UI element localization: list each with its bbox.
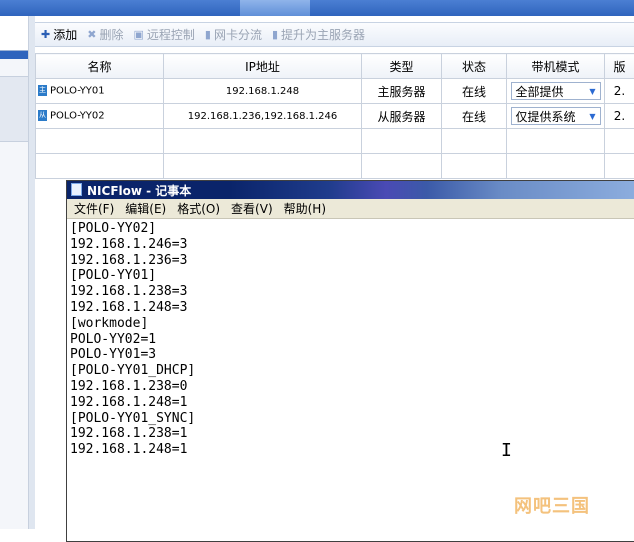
cell-version[interactable]: 2. — [605, 79, 634, 104]
cell-status[interactable]: 在线 — [442, 79, 507, 104]
column-header-version[interactable]: 版 — [605, 54, 634, 79]
cell-type[interactable]: 主服务器 — [362, 79, 442, 104]
promote-master-label: 提升为主服务器 — [281, 26, 365, 43]
menu-view[interactable]: 查看(V) — [231, 200, 273, 217]
add-label: 添加 — [53, 26, 77, 43]
promote-master-button[interactable]: ▮ 提升为主服务器 — [272, 26, 365, 43]
delete-button[interactable]: ✖ 删除 — [87, 26, 123, 43]
empty-table-row — [36, 154, 634, 179]
add-button[interactable]: ✚ 添加 — [41, 26, 77, 43]
mode-select[interactable]: 仅提供系统 ▼ — [511, 107, 601, 125]
i-beam-cursor-icon: I — [501, 441, 510, 461]
cell-status[interactable]: 在线 — [442, 104, 507, 129]
column-header-status[interactable]: 状态 — [442, 54, 507, 79]
nic-split-label: 网卡分流 — [214, 26, 262, 43]
empty-table-row — [36, 129, 634, 154]
top-navigation-bar — [0, 0, 634, 16]
cell-version[interactable]: 2. — [605, 104, 634, 129]
notepad-window[interactable]: NICFlow - 记事本 文件(F) 编辑(E) 格式(O) 查看(V) 帮助… — [66, 180, 634, 542]
slave-server-icon: 从 — [38, 110, 47, 121]
notepad-icon — [71, 183, 82, 196]
table-row[interactable]: 主POLO-YY01 192.168.1.248 主服务器 在线 全部提供 ▼ … — [36, 79, 634, 104]
cell-ip[interactable]: 192.168.1.236,192.168.1.246 — [164, 104, 362, 129]
plus-icon: ✚ — [41, 28, 50, 41]
menu-help[interactable]: 帮助(H) — [284, 200, 326, 217]
cell-type[interactable]: 从服务器 — [362, 104, 442, 129]
server-toolbar: ✚ 添加 ✖ 删除 ▣ 远程控制 ▮ 网卡分流 ▮ 提升为主服务器 — [35, 22, 634, 47]
menu-edit[interactable]: 编辑(E) — [125, 200, 166, 217]
server-name: POLO-YY02 — [50, 111, 105, 122]
cell-name[interactable]: 从POLO-YY02 — [36, 104, 164, 129]
monitor-icon: ▣ — [133, 28, 143, 41]
server-name: POLO-YY01 — [50, 86, 105, 97]
dropdown-arrow-icon: ▼ — [589, 87, 595, 96]
network-card-icon: ▮ — [205, 28, 211, 41]
mode-select-value: 仅提供系统 — [516, 108, 576, 125]
remote-control-label: 远程控制 — [147, 26, 195, 43]
column-header-mode[interactable]: 带机模式 — [507, 54, 605, 79]
sidebar-selected-item[interactable] — [0, 51, 28, 59]
column-header-type[interactable]: 类型 — [362, 54, 442, 79]
column-header-ip[interactable]: IP地址 — [164, 54, 362, 79]
menu-format[interactable]: 格式(O) — [177, 200, 220, 217]
cell-mode[interactable]: 全部提供 ▼ — [507, 79, 605, 104]
sidebar-item[interactable] — [0, 76, 28, 142]
active-nav-tab[interactable] — [240, 0, 310, 16]
left-sidebar — [0, 16, 29, 529]
watermark-logo: 网吧三国 — [514, 492, 590, 518]
window-title: NICFlow - 记事本 — [87, 182, 191, 199]
table-row[interactable]: 从POLO-YY02 192.168.1.236,192.168.1.246 从… — [36, 104, 634, 129]
server-up-icon: ▮ — [272, 28, 278, 41]
cell-ip[interactable]: 192.168.1.248 — [164, 79, 362, 104]
cell-name[interactable]: 主POLO-YY01 — [36, 79, 164, 104]
mode-select-value: 全部提供 — [516, 83, 564, 100]
nic-split-button[interactable]: ▮ 网卡分流 — [205, 26, 262, 43]
remote-control-button[interactable]: ▣ 远程控制 — [133, 26, 194, 43]
notepad-menu-bar: 文件(F) 编辑(E) 格式(O) 查看(V) 帮助(H) — [67, 199, 634, 219]
delete-x-icon: ✖ — [87, 28, 96, 41]
menu-file[interactable]: 文件(F) — [74, 200, 114, 217]
table-header-row: 名称 IP地址 类型 状态 带机模式 版 — [36, 54, 634, 79]
cell-mode[interactable]: 仅提供系统 ▼ — [507, 104, 605, 129]
column-header-name[interactable]: 名称 — [36, 54, 164, 79]
server-table: 名称 IP地址 类型 状态 带机模式 版 主POLO-YY01 192.168.… — [35, 53, 634, 179]
notepad-title-bar[interactable]: NICFlow - 记事本 — [67, 181, 634, 199]
dropdown-arrow-icon: ▼ — [589, 112, 595, 121]
master-server-icon: 主 — [38, 85, 47, 96]
sidebar-header — [0, 16, 28, 51]
delete-label: 删除 — [99, 26, 123, 43]
mode-select[interactable]: 全部提供 ▼ — [511, 82, 601, 100]
